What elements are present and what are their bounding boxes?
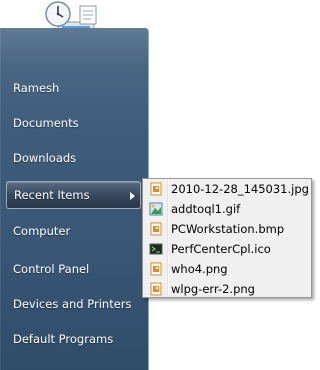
recent-items-submenu: 2010-12-28_145031.jpg addtoql1.gif PCWor…: [142, 178, 312, 298]
recent-file-name: who4.png: [171, 262, 228, 276]
recent-file-item[interactable]: 2010-12-28_145031.jpg: [145, 179, 309, 199]
recent-file-name: 2010-12-28_145031.jpg: [171, 182, 309, 196]
image-file-icon: [149, 262, 163, 276]
menu-item-documents[interactable]: Documents: [0, 109, 146, 137]
menu-item-ramesh[interactable]: Ramesh: [0, 74, 146, 102]
image-file-icon: [149, 182, 163, 196]
recent-file-item[interactable]: PCWorkstation.bmp: [145, 219, 309, 239]
menu-item-devices-and-printers[interactable]: Devices and Printers: [0, 290, 146, 318]
menu-item-computer[interactable]: Computer: [0, 217, 146, 245]
recent-file-name: wlpg-err-2.png: [171, 282, 255, 296]
recent-file-item[interactable]: PerfCenterCpl.ico: [145, 239, 309, 259]
menu-item-control-panel[interactable]: Control Panel: [0, 255, 146, 283]
submenu-arrow-icon: [130, 192, 135, 200]
recent-file-name: PerfCenterCpl.ico: [171, 242, 271, 256]
menu-item-recent-items-label: Recent Items: [14, 188, 90, 202]
image-file-icon: [149, 282, 163, 296]
image-file-icon: [149, 222, 163, 236]
menu-item-recent-items[interactable]: Recent Items: [6, 181, 141, 209]
recent-file-name: addtoql1.gif: [171, 202, 241, 216]
menu-item-default-programs[interactable]: Default Programs: [0, 325, 146, 353]
terminal-icon: [149, 242, 163, 256]
recent-file-item[interactable]: addtoql1.gif: [145, 199, 309, 219]
recent-file-name: PCWorkstation.bmp: [171, 222, 285, 236]
menu-item-downloads[interactable]: Downloads: [0, 144, 146, 172]
paint-image-icon: [149, 202, 163, 216]
recent-file-item[interactable]: who4.png: [145, 259, 309, 279]
recent-file-item[interactable]: wlpg-err-2.png: [145, 279, 309, 299]
